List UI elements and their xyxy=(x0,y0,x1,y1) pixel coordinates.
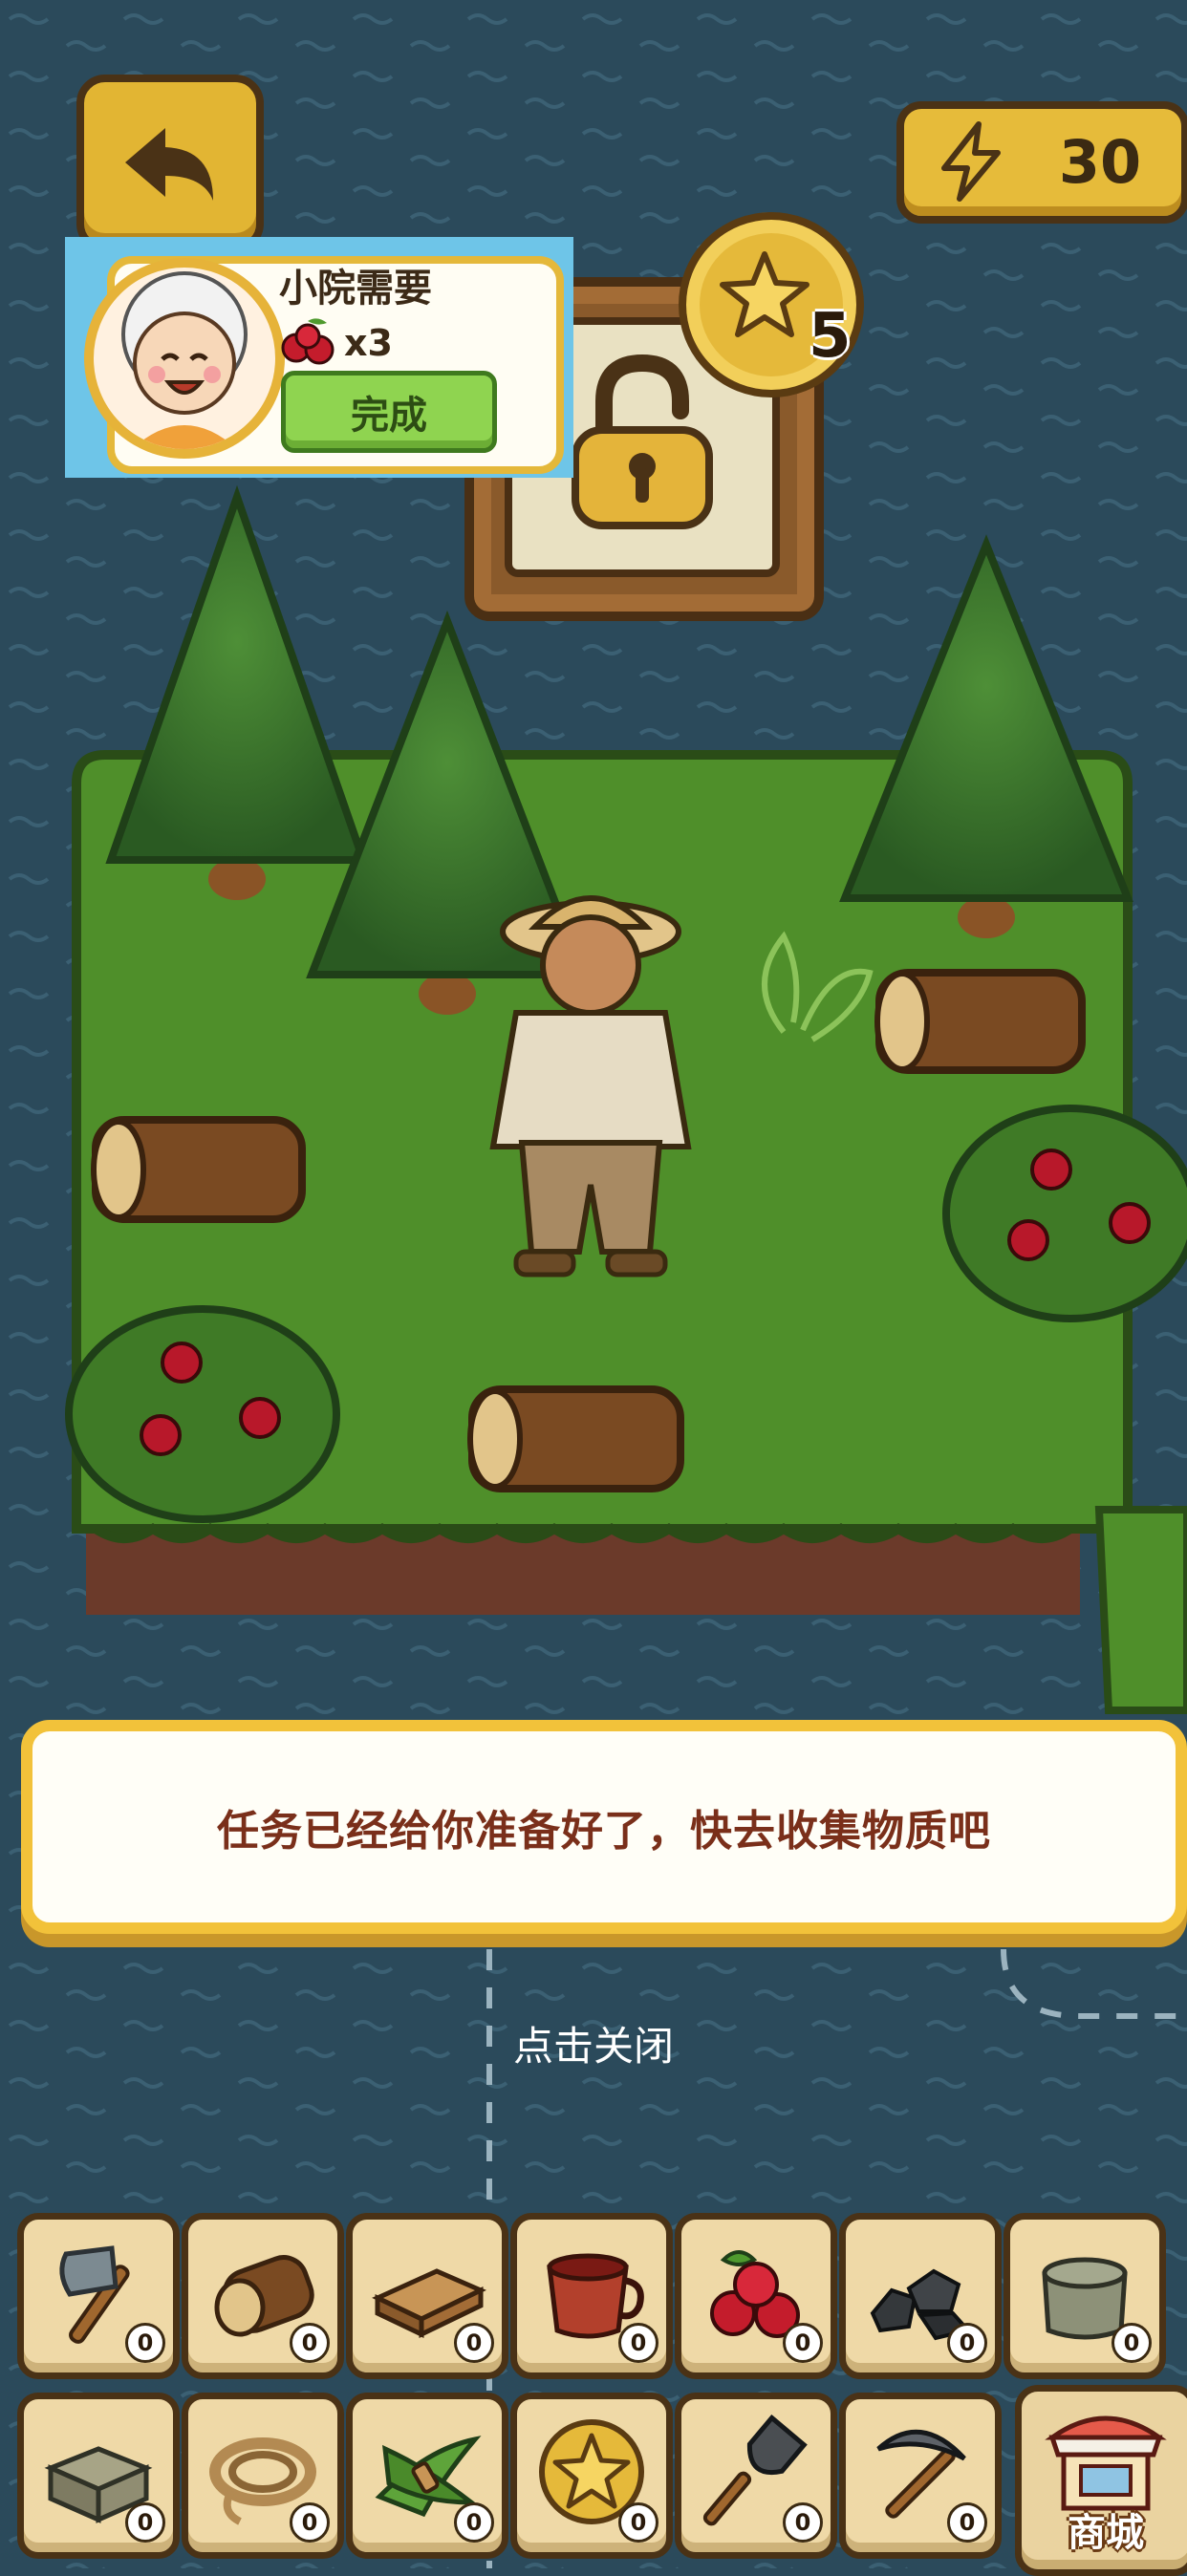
inventory-slot-shovel[interactable]: 0 xyxy=(675,2393,837,2559)
tap-to-close-hint[interactable]: 点击关闭 xyxy=(401,2018,786,2075)
item-count: 0 xyxy=(454,2502,494,2543)
unlock-cost: 5 xyxy=(809,301,852,372)
shop-stall-icon xyxy=(1045,2415,1167,2511)
item-count: 0 xyxy=(1111,2323,1152,2363)
task-item-count: x3 xyxy=(344,322,393,364)
dialog-message: 任务已经给你准备好了，快去收集物质吧 xyxy=(217,1807,991,1856)
item-count: 0 xyxy=(618,2502,658,2543)
grandma-avatar xyxy=(84,258,285,459)
inventory-slot-rope[interactable]: 0 xyxy=(182,2393,344,2559)
inventory-slot-coal[interactable]: 0 xyxy=(839,2213,1002,2379)
item-count: 0 xyxy=(947,2502,987,2543)
back-button[interactable] xyxy=(76,75,264,252)
task-title: 小院需要 xyxy=(279,267,432,311)
cherry-icon xyxy=(281,318,335,365)
inventory-slot-stone-block[interactable]: 0 xyxy=(17,2393,180,2559)
item-count: 0 xyxy=(454,2323,494,2363)
inventory-slot-grass[interactable]: 0 xyxy=(346,2393,508,2559)
log[interactable] xyxy=(874,969,1086,1074)
padlock-open-icon xyxy=(572,354,713,529)
item-count: 0 xyxy=(618,2323,658,2363)
item-count: 0 xyxy=(290,2502,330,2543)
item-count: 0 xyxy=(290,2323,330,2363)
inventory-slot-pickaxe[interactable]: 0 xyxy=(839,2393,1002,2559)
complete-button[interactable]: 完成 xyxy=(281,371,497,453)
log[interactable] xyxy=(467,1385,684,1492)
berry-bush[interactable] xyxy=(942,1105,1187,1322)
inventory-slot-coin[interactable]: 0 xyxy=(510,2393,673,2559)
inventory-slot-log[interactable]: 0 xyxy=(182,2213,344,2379)
shop-button[interactable]: 商城 xyxy=(1015,2385,1187,2576)
inventory-slot-stone[interactable]: 0 xyxy=(1004,2213,1166,2379)
energy-value: 30 xyxy=(1058,127,1142,197)
inventory-slot-plank[interactable]: 0 xyxy=(346,2213,508,2379)
inventory-slot-axe[interactable]: 0 xyxy=(17,2213,180,2379)
back-arrow-icon xyxy=(125,128,213,201)
berry-bush[interactable] xyxy=(65,1305,340,1523)
message-dialog[interactable]: 任务已经给你准备好了，快去收集物质吧 xyxy=(21,1720,1187,1934)
log[interactable] xyxy=(91,1116,306,1223)
energy-counter: 30 xyxy=(896,101,1187,224)
item-count: 0 xyxy=(783,2502,823,2543)
item-count: 0 xyxy=(947,2323,987,2363)
item-count: 0 xyxy=(783,2323,823,2363)
shop-label: 商城 xyxy=(1068,2511,1144,2555)
item-count: 0 xyxy=(125,2502,165,2543)
item-count: 0 xyxy=(125,2323,165,2363)
inventory-slot-cup[interactable]: 0 xyxy=(510,2213,673,2379)
lightning-icon xyxy=(941,121,1001,202)
inventory-slot-berries[interactable]: 0 xyxy=(675,2213,837,2379)
